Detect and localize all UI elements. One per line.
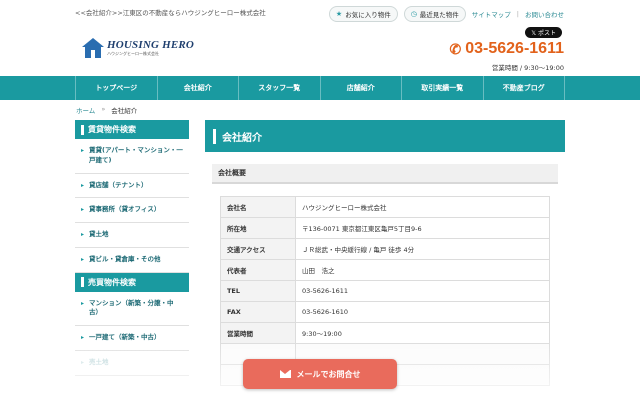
nav-item-results[interactable]: 取引実績一覧 <box>402 76 484 100</box>
sidebar-item-rental-other[interactable]: 貸ビル・貸倉庫・その他 <box>75 247 189 273</box>
favorites-button[interactable]: ★ お気に入り物件 <box>328 6 398 22</box>
sidebar-item-rental-residence[interactable]: 賃貸(アパート・マンション・一戸建て) <box>75 139 189 174</box>
x-icon: 𝕏 <box>531 30 537 37</box>
table-row: TEL 03-5626-1611 <box>220 280 550 302</box>
logo-sub-text: ハウジングヒーロー株式会社 <box>107 51 159 56</box>
phone-text: 03-5626-1611 <box>465 40 564 57</box>
table-row: 営業時間 9:30～19:00 <box>220 322 550 344</box>
breadcrumb: ホーム » 会社紹介 <box>76 105 137 115</box>
favorites-label: お気に入り物件 <box>345 11 391 19</box>
table-row: 代表者 山田 浩之 <box>220 259 550 281</box>
phone-number[interactable]: ✆ 03-5626-1611 <box>450 40 565 58</box>
envelope-icon <box>279 370 291 378</box>
sidebar-item-rental-land[interactable]: 貸土地 <box>75 223 189 248</box>
sidebar-item-rental-office[interactable]: 貸事務所（貸オフィス） <box>75 198 189 223</box>
header-links: ★ お気に入り物件 ◷ 最近見た物件 サイトマップ | お問い合わせ <box>328 6 564 22</box>
nav-item-shop[interactable]: 店舗紹介 <box>321 76 402 100</box>
phone-icon: ✆ <box>449 40 462 57</box>
table-row: FAX 03-5626-1610 <box>220 301 550 323</box>
nav-item-blog[interactable]: 不動産ブログ <box>484 76 565 100</box>
breadcrumb-arrow: » <box>101 105 106 113</box>
site-tagline: <<会社紹介>>江東区の不動産ならハウジングヒーロー株式会社 <box>75 9 266 17</box>
contact-link[interactable]: お問い合わせ <box>525 9 564 19</box>
rental-search-heading: 賃貸物件検索 <box>75 120 189 139</box>
clock-icon: ◷ <box>410 10 417 18</box>
nav-item-staff[interactable]: スタッフ一覧 <box>239 76 321 100</box>
company-info-table: 会社名 ハウジングヒーロー株式会社 所在地 〒136-0071 東京都江東区亀戸5丁… <box>220 196 550 386</box>
sidebar-item-sale-land[interactable]: 売土地 <box>75 350 189 376</box>
table-row: 所在地 〒136-0071 東京都江東区亀戸5丁目9-6 <box>220 217 550 239</box>
breadcrumb-home[interactable]: ホーム <box>76 105 95 115</box>
sidebar: 賃貸物件検索 賃貸(アパート・マンション・一戸建て) 貸店舗（テナント） 貸事務… <box>75 120 189 376</box>
nav-item-company[interactable]: 会社紹介 <box>158 76 239 100</box>
recent-button[interactable]: ◷ 最近見た物件 <box>403 6 466 22</box>
header-separator: | <box>516 10 519 18</box>
sidebar-item-sale-house[interactable]: 一戸建て（新築・中古） <box>75 326 189 351</box>
x-post-button[interactable]: 𝕏 ポスト <box>525 27 562 38</box>
breadcrumb-current: 会社紹介 <box>111 107 138 115</box>
page-title: 会社紹介 <box>205 120 565 152</box>
recent-label: 最近見た物件 <box>419 11 459 19</box>
sidebar-item-rental-shop[interactable]: 貸店舗（テナント） <box>75 173 189 199</box>
post-label: ポスト <box>537 30 556 37</box>
section-heading: 会社概要 <box>212 164 558 184</box>
mail-button-label: メールでお問合せ <box>296 369 361 379</box>
table-row: 会社名 ハウジングヒーロー株式会社 <box>220 196 550 218</box>
logo-main-text: HOUSING HERO <box>107 39 195 51</box>
table-row: 交通アクセス ＪＲ総武・中央緩行線 / 亀戸 徒歩 4分 <box>220 238 550 260</box>
nav-item-top[interactable]: トップページ <box>75 76 158 100</box>
main-content: 会社紹介 会社概要 会社名 ハウジングヒーロー株式会社 所在地 〒136-0071 … <box>205 120 565 400</box>
star-icon: ★ <box>335 10 343 18</box>
mail-contact-button[interactable]: メールでお問合せ <box>243 359 397 389</box>
site-logo[interactable]: HOUSING HERO ハウジングヒーロー株式会社 <box>82 38 194 58</box>
main-nav: トップページ 会社紹介 スタッフ一覧 店舗紹介 取引実績一覧 不動産ブログ <box>0 76 640 100</box>
sale-search-heading: 売買物件検索 <box>75 272 189 292</box>
house-logo-icon <box>82 38 104 58</box>
sidebar-item-sale-mansion[interactable]: マンション（新築・分譲・中古） <box>75 291 189 326</box>
sitemap-link[interactable]: サイトマップ <box>472 9 511 19</box>
business-hours: 営業時間 / 9:30～19:00 <box>491 64 564 72</box>
